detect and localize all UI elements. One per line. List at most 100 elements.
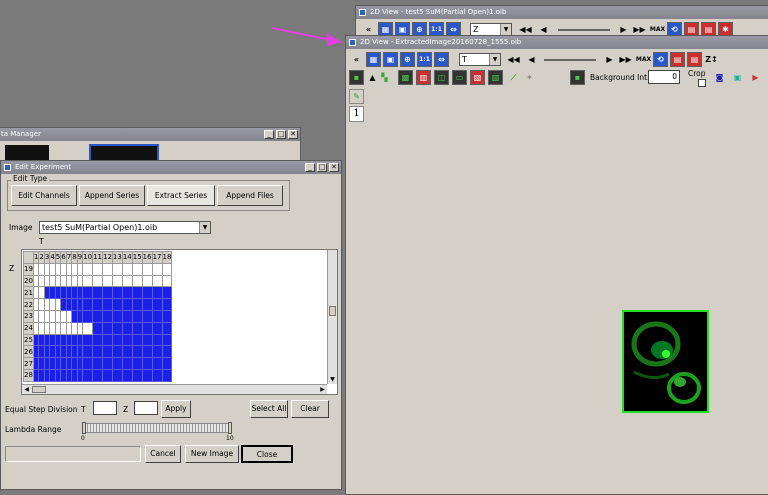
clear-button[interactable]: Clear	[291, 400, 329, 418]
grid-cell-selected[interactable]	[131, 286, 143, 300]
histogram-icon[interactable]: ▥	[416, 70, 431, 85]
grid-row-header[interactable]: 19	[23, 262, 34, 276]
tab-append-files[interactable]: Append Files	[217, 185, 283, 206]
new-image-button[interactable]: New Image	[185, 445, 239, 463]
series-grid-table[interactable]: 1 2 3 4 5 6 7 8 9 10 11 12 13 14 15 16 17 18 19 20 21 22 23 24 2…	[23, 251, 173, 382]
grid-cell-selected[interactable]	[141, 309, 153, 323]
grid-cell-selected[interactable]	[92, 321, 103, 335]
zoom-1to1-button[interactable]: 1:1	[417, 52, 432, 67]
grid-row-header[interactable]: 23	[23, 309, 34, 323]
grid-col-header[interactable]: 16	[141, 251, 153, 264]
edit-experiment-titlebar[interactable]: Edit Experiment _ □ ✕	[1, 161, 341, 174]
fast-forward-icon[interactable]: ▶▶	[618, 52, 633, 67]
grid-cell-selected[interactable]	[101, 368, 113, 382]
grid-cell[interactable]	[92, 274, 103, 288]
grid-cell-selected[interactable]	[131, 345, 143, 359]
grid-row-header[interactable]: 21	[23, 286, 34, 300]
camera-icon[interactable]: ◙	[712, 70, 727, 85]
grid-row-header[interactable]: 24	[23, 321, 34, 335]
grid-cell[interactable]	[141, 262, 153, 276]
background-int-input[interactable]: 0	[648, 70, 680, 84]
grid-cell-selected[interactable]	[111, 321, 123, 335]
grid-col-header[interactable]: 12	[101, 251, 113, 264]
zoom-in-icon[interactable]: ⊕	[400, 52, 415, 67]
grid-cell-selected[interactable]	[131, 309, 143, 323]
grid-col-header[interactable]: 17	[151, 251, 163, 264]
channel-view-icon[interactable]: ▣	[383, 52, 398, 67]
roi-icon[interactable]: ▭	[452, 70, 467, 85]
grid-cell[interactable]	[141, 274, 153, 288]
background-pick-icon[interactable]: ▪	[570, 70, 585, 85]
grid-row[interactable]: 24	[23, 321, 173, 335]
grid-col-header[interactable]: 14	[121, 251, 133, 264]
grid-row[interactable]: 28	[23, 368, 173, 382]
grid-cell-selected[interactable]	[82, 345, 94, 359]
grid-cell-selected[interactable]	[92, 309, 103, 323]
grid-cell[interactable]	[101, 262, 113, 276]
grid-cell-selected[interactable]	[131, 298, 143, 311]
lambda-right-handle[interactable]	[228, 422, 232, 434]
crop-checkbox[interactable]	[698, 79, 706, 87]
grid-cell-selected[interactable]	[111, 309, 123, 323]
grid-cell-selected[interactable]	[161, 286, 173, 300]
grid-row[interactable]: 23	[23, 309, 173, 323]
front-2d-view-window[interactable]: 2D View - ExtractedImage20160728_1555.oi…	[345, 35, 768, 495]
grid-row-header[interactable]: 22	[23, 298, 34, 311]
grid-vscrollbar[interactable]: ▼	[327, 250, 337, 384]
front-axis-select[interactable]: T ▼	[459, 53, 501, 66]
grid-cell-selected[interactable]	[111, 298, 123, 311]
grid-cell[interactable]	[131, 274, 143, 288]
front-window-titlebar[interactable]: 2D View - ExtractedImage20160728_1555.oi…	[346, 36, 768, 49]
grid-cell[interactable]	[92, 262, 103, 276]
grid-cell-selected[interactable]	[101, 286, 113, 300]
lut-icon[interactable]: ▧	[470, 70, 485, 85]
grid-cell-selected[interactable]	[92, 357, 103, 370]
step-back-icon[interactable]: ◀	[524, 52, 539, 67]
grid-cell-selected[interactable]	[151, 309, 163, 323]
grid-cell-selected[interactable]	[82, 309, 94, 323]
grid-cell-selected[interactable]	[111, 345, 123, 359]
select-all-button[interactable]: Select All	[250, 400, 288, 418]
grid-cell-selected[interactable]	[141, 368, 153, 382]
grid-cell-selected[interactable]	[121, 309, 133, 323]
lambda-range-slider[interactable]	[82, 422, 232, 434]
pen-tool-icon[interactable]: ✎	[349, 89, 364, 104]
tab-extract-series[interactable]: Extract Series	[147, 185, 215, 206]
rewind-icon[interactable]: ◀◀	[506, 52, 521, 67]
grid-cell-selected[interactable]	[151, 321, 163, 335]
grid-cell[interactable]	[151, 274, 163, 288]
manager-titlebar[interactable]: ta Manager _ □ ✕	[0, 128, 300, 141]
grid-cell-selected[interactable]	[161, 368, 173, 382]
monitor-icon[interactable]: ▣	[730, 70, 745, 85]
grid-cell[interactable]	[111, 262, 123, 276]
grid-cell-selected[interactable]	[111, 368, 123, 382]
grid-row[interactable]: 21	[23, 286, 173, 300]
scroll-left-icon[interactable]: ◀	[22, 385, 31, 394]
scroll-down-icon[interactable]: ▼	[328, 375, 337, 384]
grid-row-header[interactable]: 20	[23, 274, 34, 288]
image-icon[interactable]: ▩	[398, 70, 413, 85]
grid-row[interactable]: 22	[23, 298, 173, 311]
grid-cell-selected[interactable]	[131, 357, 143, 370]
close-x-button[interactable]: ✕	[329, 163, 339, 172]
lambda-left-handle[interactable]	[82, 422, 86, 434]
back-window-titlebar[interactable]: 2D View - test5 SuM(Partial Open)1.oib	[356, 6, 768, 19]
grid-cell-selected[interactable]	[141, 345, 153, 359]
grid-cell-selected[interactable]	[151, 286, 163, 300]
step-t-input[interactable]	[93, 401, 117, 415]
grid-row[interactable]: 25	[23, 333, 173, 347]
channel-info-icon[interactable]: ▪	[349, 70, 364, 85]
minimize-button[interactable]: _	[264, 130, 274, 139]
grid-cell-selected[interactable]	[111, 357, 123, 370]
grid-cell-selected[interactable]	[151, 345, 163, 359]
grid-cell-selected[interactable]	[111, 333, 123, 347]
grid-cell-selected[interactable]	[141, 286, 153, 300]
step-forward-icon[interactable]: ▶	[602, 52, 617, 67]
grid-cell-selected[interactable]	[82, 333, 94, 347]
grid-cell-selected[interactable]	[82, 286, 94, 300]
grid-cell-selected[interactable]	[141, 321, 153, 335]
z-stack-icon[interactable]: Z↕	[704, 52, 719, 67]
scroll-hthumb[interactable]	[32, 386, 46, 393]
grid-cell-selected[interactable]	[121, 321, 133, 335]
fluorescence-image[interactable]	[622, 310, 709, 413]
